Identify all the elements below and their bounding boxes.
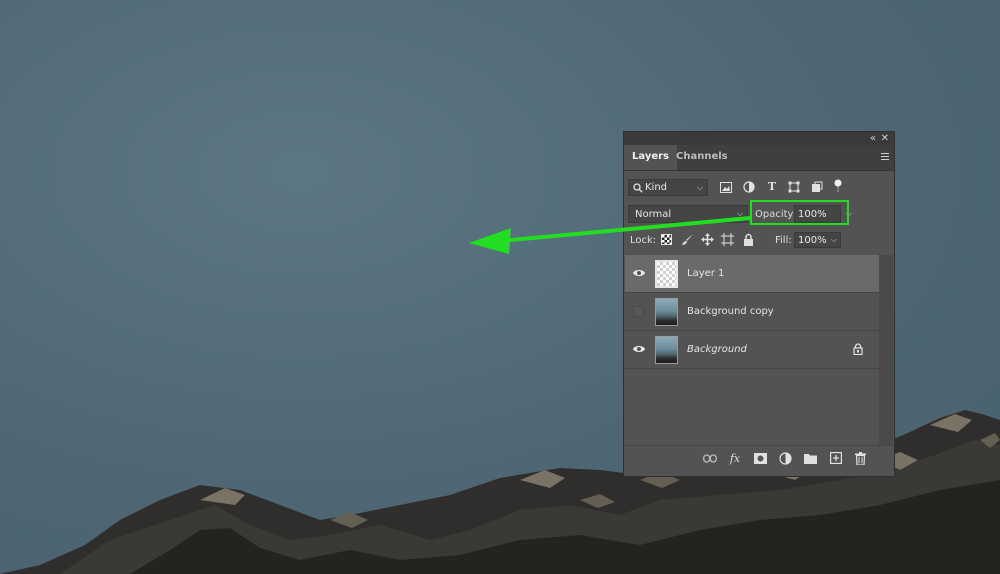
eye-icon[interactable] xyxy=(633,268,645,278)
fx-icon[interactable]: fx xyxy=(728,452,742,466)
fill-value: 100% xyxy=(798,235,827,246)
layer-row-background-copy[interactable]: Background copy xyxy=(625,293,879,331)
filter-toggle-icon[interactable] xyxy=(833,179,843,193)
group-icon[interactable] xyxy=(804,453,817,464)
layers-scrollbar[interactable] xyxy=(879,255,893,445)
layer-name[interactable]: Background xyxy=(687,344,747,355)
chevron-down-icon: ⌵ xyxy=(736,209,743,218)
lock-transparent-icon[interactable] xyxy=(661,234,672,245)
blend-mode-select[interactable]: Normal ⌵ xyxy=(628,205,748,223)
close-icon[interactable]: ✕ xyxy=(881,132,889,145)
mask-icon[interactable] xyxy=(754,453,767,464)
opacity-highlight-box xyxy=(750,200,849,225)
layer-name[interactable]: Layer 1 xyxy=(687,268,724,279)
panel-title-bar: « ✕ xyxy=(624,132,894,145)
panel-tabs: Layers Channels xyxy=(624,145,894,171)
collapse-icon[interactable]: « xyxy=(870,132,876,145)
blend-mode-value: Normal xyxy=(635,209,672,220)
layer-thumbnail xyxy=(655,298,678,326)
panel-menu-icon[interactable] xyxy=(881,151,889,160)
filter-kind-label: Kind xyxy=(645,182,668,193)
lock-paint-icon[interactable] xyxy=(681,233,694,246)
pixel-filter-icon[interactable] xyxy=(720,182,732,193)
layer-row-layer-1[interactable]: Layer 1 xyxy=(625,255,879,293)
lock-label: Lock: xyxy=(630,235,657,246)
layer-name[interactable]: Background copy xyxy=(687,306,774,317)
visibility-toggle[interactable] xyxy=(633,306,644,317)
chevron-down-icon[interactable]: ⌵ xyxy=(831,235,837,245)
tab-channels[interactable]: Channels xyxy=(668,145,736,170)
smart-object-filter-icon[interactable] xyxy=(811,181,823,193)
lock-icon[interactable] xyxy=(853,343,863,355)
new-layer-icon[interactable] xyxy=(830,452,842,464)
lock-move-icon[interactable] xyxy=(701,233,714,246)
search-icon xyxy=(633,183,643,193)
shape-filter-icon[interactable] xyxy=(788,181,800,193)
lock-all-icon[interactable] xyxy=(743,233,754,246)
eye-icon[interactable] xyxy=(633,344,645,354)
adjustment-filter-icon[interactable] xyxy=(743,181,755,193)
layers-panel: « ✕ Layers Channels Kind ⌵ T Normal ⌵ Op… xyxy=(623,131,895,477)
type-filter-icon[interactable]: T xyxy=(766,181,778,193)
trash-icon[interactable] xyxy=(855,452,866,465)
layer-row-background[interactable]: Background xyxy=(625,331,879,369)
chevron-down-icon: ⌵ xyxy=(696,183,703,192)
adjustment-layer-icon[interactable] xyxy=(779,452,792,465)
layers-list: Layer 1 Background copy Background xyxy=(625,255,879,445)
layer-thumbnail xyxy=(655,260,678,288)
link-icon[interactable] xyxy=(703,454,717,463)
lock-artboard-icon[interactable] xyxy=(721,233,734,246)
panel-bottom-bar: fx xyxy=(624,445,894,472)
layer-thumbnail xyxy=(655,336,678,364)
layer-filter-select[interactable]: Kind ⌵ xyxy=(628,179,708,196)
fill-input[interactable]: 100% ⌵ xyxy=(794,232,841,248)
fill-label: Fill: xyxy=(775,235,792,246)
